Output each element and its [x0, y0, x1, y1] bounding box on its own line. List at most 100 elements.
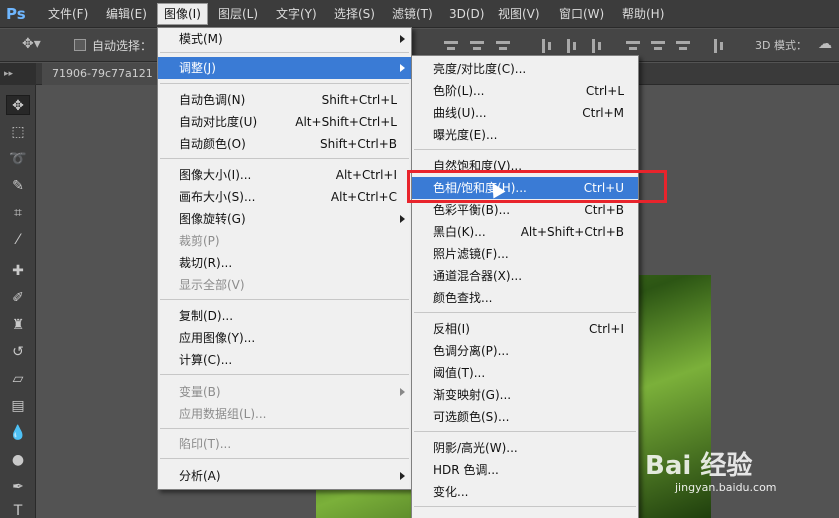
menu-help[interactable]: 帮助(H)	[616, 4, 670, 24]
menu-type[interactable]: 文字(Y)	[270, 4, 323, 24]
menu-item-curves[interactable]: 曲线(U)... Ctrl+M	[412, 102, 638, 124]
menu-item-analysis[interactable]: 分析(A)	[158, 465, 411, 487]
pen-tool-icon[interactable]: ✒	[6, 477, 30, 497]
menu-item-label: 自动对比度(U)	[179, 115, 258, 129]
distribute-bottom-icon[interactable]	[590, 39, 604, 53]
adjustments-submenu: 亮度/对比度(C)... 色阶(L)... Ctrl+L 曲线(U)... Ct…	[411, 55, 639, 518]
menu-item-black-white[interactable]: 黑白(K)... Alt+Shift+Ctrl+B	[412, 221, 638, 243]
menu-separator	[160, 83, 409, 84]
menu-item-color-balance[interactable]: 色彩平衡(B)... Ctrl+B	[412, 199, 638, 221]
orbit-3d-icon[interactable]: ☁	[818, 36, 832, 52]
menu-item-label: 图像旋转(G)	[179, 212, 246, 226]
type-tool-icon[interactable]: T	[6, 501, 30, 518]
submenu-arrow-icon	[400, 472, 405, 480]
menu-separator	[414, 431, 636, 432]
gradient-tool-icon[interactable]: ▤	[6, 396, 30, 416]
menu-item-canvas-size[interactable]: 画布大小(S)... Alt+Ctrl+C	[158, 186, 411, 208]
eraser-tool-icon[interactable]: ▱	[6, 369, 30, 389]
menu-item-selective-color[interactable]: 可选颜色(S)...	[412, 406, 638, 428]
menu-item-label: 分析(A)	[179, 469, 221, 483]
menu-item-label: 自然饱和度(V)...	[433, 159, 523, 173]
menu-separator	[414, 312, 636, 313]
menu-item-levels[interactable]: 色阶(L)... Ctrl+L	[412, 80, 638, 102]
menu-view[interactable]: 视图(V)	[492, 4, 546, 24]
crop-tool-icon[interactable]: ⌗	[6, 203, 30, 223]
menu-item-gradient-map[interactable]: 渐变映射(G)...	[412, 384, 638, 406]
menu-item-label: 颜色查找...	[433, 291, 493, 305]
clone-stamp-tool-icon[interactable]: ♜	[6, 315, 30, 335]
menu-item-auto-tone[interactable]: 自动色调(N) Shift+Ctrl+L	[158, 89, 411, 111]
menu-item-apply-image[interactable]: 应用图像(Y)...	[158, 327, 411, 349]
menu-item-trim[interactable]: 裁切(R)...	[158, 252, 411, 274]
menu-separator	[160, 428, 409, 429]
auto-select-checkbox[interactable]	[74, 39, 86, 51]
menu-item-calculations[interactable]: 计算(C)...	[158, 349, 411, 371]
menu-item-invert[interactable]: 反相(I) Ctrl+I	[412, 318, 638, 340]
menu-item-photo-filter[interactable]: 照片滤镜(F)...	[412, 243, 638, 265]
move-tool-icon[interactable]: ✥	[6, 95, 30, 115]
quick-select-tool-icon[interactable]: ✎	[6, 176, 30, 196]
distribute-vcenter-icon[interactable]	[565, 39, 579, 53]
menu-item-variations[interactable]: 变化...	[412, 481, 638, 503]
menu-item-brightness-contrast[interactable]: 亮度/对比度(C)...	[412, 58, 638, 80]
toolbox-collapse-handle[interactable]: ▸▸	[0, 63, 36, 85]
menu-item-label: 色相/饱和度(H)...	[433, 181, 527, 195]
eyedropper-tool-icon[interactable]: ⁄	[6, 230, 30, 250]
menu-filter[interactable]: 滤镜(T)	[386, 4, 439, 24]
distribute-top-icon[interactable]	[540, 39, 554, 53]
menu-item-channel-mixer[interactable]: 通道混合器(X)...	[412, 265, 638, 287]
align-top-icon[interactable]	[444, 39, 458, 53]
align-vcenter-icon[interactable]	[470, 39, 484, 53]
align-bottom-icon[interactable]	[496, 39, 510, 53]
menu-window[interactable]: 窗口(W)	[553, 4, 610, 24]
menu-item-hue-saturation[interactable]: 色相/饱和度(H)... Ctrl+U	[412, 177, 638, 199]
menu-image[interactable]: 图像(I)	[157, 3, 208, 25]
document-tab[interactable]: 71906-79c77a121	[42, 63, 157, 85]
menu-item-threshold[interactable]: 阈值(T)...	[412, 362, 638, 384]
menu-item-label: 模式(M)	[179, 32, 223, 46]
menu-item-apply-data-set: 应用数据组(L)...	[158, 403, 411, 425]
menu-item-shortcut: Shift+Ctrl+B	[320, 137, 397, 151]
menu-item-shortcut: Alt+Ctrl+C	[330, 190, 397, 204]
menu-edit[interactable]: 编辑(E)	[100, 4, 153, 24]
blur-tool-icon[interactable]: 💧	[6, 423, 30, 443]
menu-item-shortcut: Ctrl+L	[585, 84, 624, 98]
brush-tool-icon[interactable]: ✐	[6, 288, 30, 308]
menu-item-label: 裁剪(P)	[179, 234, 220, 248]
photoshop-logo: Ps	[6, 5, 26, 23]
history-brush-tool-icon[interactable]: ↺	[6, 342, 30, 362]
menu-item-image-size[interactable]: 图像大小(I)... Alt+Ctrl+I	[158, 164, 411, 186]
menu-item-shadows-highlights[interactable]: 阴影/高光(W)...	[412, 437, 638, 459]
menu-item-image-rotation[interactable]: 图像旋转(G)	[158, 208, 411, 230]
marquee-tool-icon[interactable]: ⬚	[6, 122, 30, 142]
menu-item-adjustments[interactable]: 调整(J)	[158, 57, 411, 79]
move-tool-icon[interactable]: ✥▾	[22, 36, 41, 52]
distribute-left-icon[interactable]	[626, 39, 640, 53]
menu-item-auto-color[interactable]: 自动颜色(O) Shift+Ctrl+B	[158, 133, 411, 155]
menu-item-mode[interactable]: 模式(M)	[158, 28, 411, 50]
menu-item-duplicate[interactable]: 复制(D)...	[158, 305, 411, 327]
menu-item-trap: 陷印(T)...	[158, 433, 411, 455]
lasso-tool-icon[interactable]: ➰	[6, 149, 30, 169]
menu-item-label: 阴影/高光(W)...	[433, 441, 518, 455]
menu-item-color-lookup[interactable]: 颜色查找...	[412, 287, 638, 309]
menu-item-vibrance[interactable]: 自然饱和度(V)...	[412, 155, 638, 177]
menu-item-exposure[interactable]: 曝光度(E)...	[412, 124, 638, 146]
menu-item-hdr-toning[interactable]: HDR 色调...	[412, 459, 638, 481]
dodge-tool-icon[interactable]: ●	[6, 450, 30, 470]
menu-select[interactable]: 选择(S)	[328, 4, 381, 24]
menu-file[interactable]: 文件(F)	[42, 4, 94, 24]
menu-separator	[160, 458, 409, 459]
distribute-right-icon[interactable]	[676, 39, 690, 53]
healing-brush-tool-icon[interactable]: ✚	[6, 261, 30, 281]
menu-item-label: 可选颜色(S)...	[433, 410, 510, 424]
menu-3d[interactable]: 3D(D)	[443, 4, 490, 24]
menu-item-posterize[interactable]: 色调分离(P)...	[412, 340, 638, 362]
menu-item-label: 调整(J)	[179, 61, 216, 75]
menu-item-auto-contrast[interactable]: 自动对比度(U) Alt+Shift+Ctrl+L	[158, 111, 411, 133]
distribute-hcenter-icon[interactable]	[651, 39, 665, 53]
menu-layer[interactable]: 图层(L)	[212, 4, 264, 24]
menu-item-label: 色阶(L)...	[433, 84, 485, 98]
auto-align-icon[interactable]	[712, 39, 726, 53]
menu-item-shortcut: Ctrl+M	[582, 106, 624, 120]
